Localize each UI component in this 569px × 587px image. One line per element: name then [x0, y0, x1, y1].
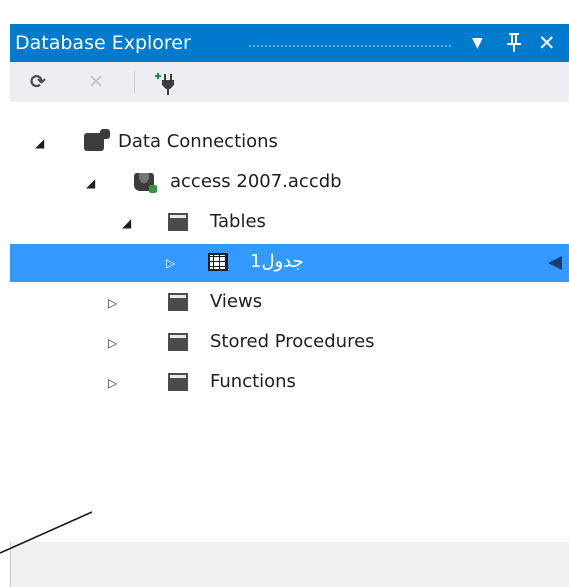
annotation-line [0, 511, 93, 554]
